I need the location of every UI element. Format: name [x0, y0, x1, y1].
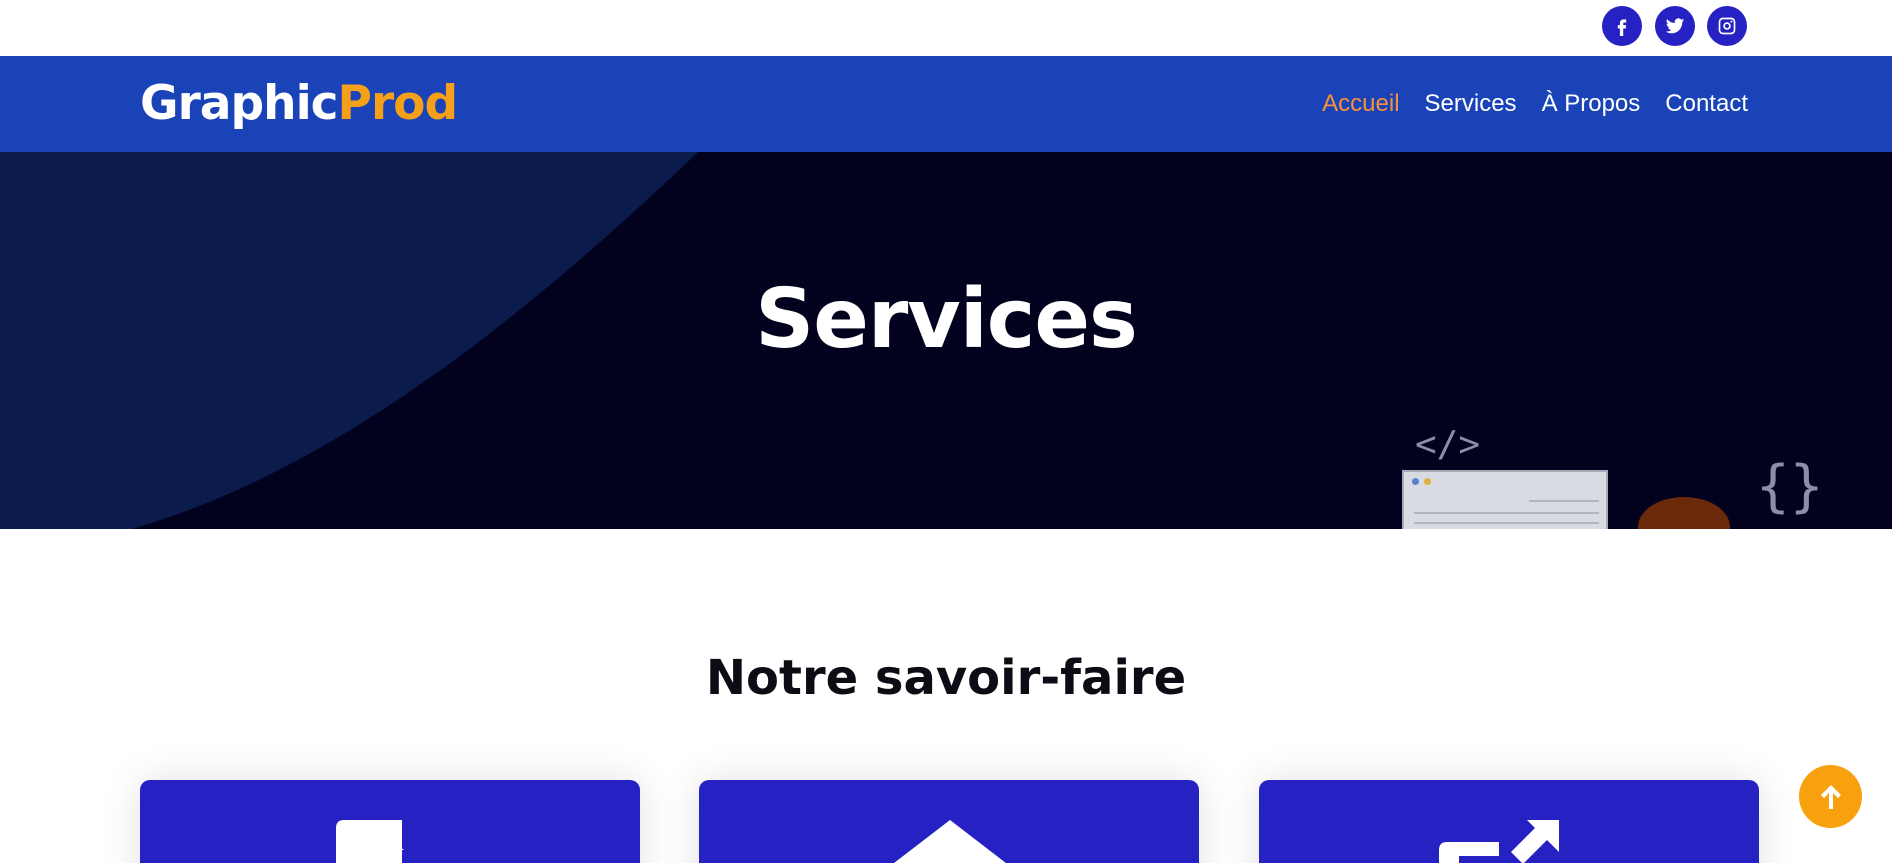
nav-link-accueil[interactable]: Accueil [1322, 90, 1399, 118]
logo-part-graphic: Graphic [140, 76, 339, 131]
nav-link-contact[interactable]: Contact [1665, 90, 1748, 118]
service-card-2[interactable] [699, 780, 1199, 863]
nav-link-apropos[interactable]: À Propos [1542, 90, 1641, 118]
page-hero: Services </> {} [0, 152, 1892, 529]
instagram-link[interactable] [1707, 6, 1747, 46]
twitter-link[interactable] [1655, 6, 1695, 46]
code-tag-illustration: </> [1415, 424, 1481, 465]
section-title: Notre savoir-faire [705, 650, 1187, 706]
nav-link-services[interactable]: Services [1425, 90, 1517, 118]
top-social-bar [0, 0, 1892, 56]
braces-illustration: {} [1756, 454, 1824, 519]
main-navbar: GraphicProd Accueil Services À Propos Co… [0, 56, 1892, 152]
arrow-up-icon [1820, 784, 1841, 809]
browser-illustration [1402, 470, 1608, 529]
instagram-icon [1718, 17, 1736, 35]
service-card-3[interactable] [1259, 780, 1759, 863]
house-icon [894, 820, 1006, 863]
share-arrow-icon [1439, 820, 1559, 863]
main-nav: Accueil Services À Propos Contact [1322, 56, 1748, 152]
scroll-to-top-button[interactable] [1799, 765, 1862, 828]
service-card-1[interactable] [140, 780, 640, 863]
facebook-link[interactable] [1602, 6, 1642, 46]
facebook-icon [1617, 19, 1627, 36]
twitter-icon [1665, 18, 1685, 34]
hero-title: Services [755, 272, 1138, 367]
logo-part-prod: Prod [337, 76, 459, 131]
document-icon [336, 820, 404, 863]
site-logo[interactable]: GraphicProd [140, 72, 459, 136]
